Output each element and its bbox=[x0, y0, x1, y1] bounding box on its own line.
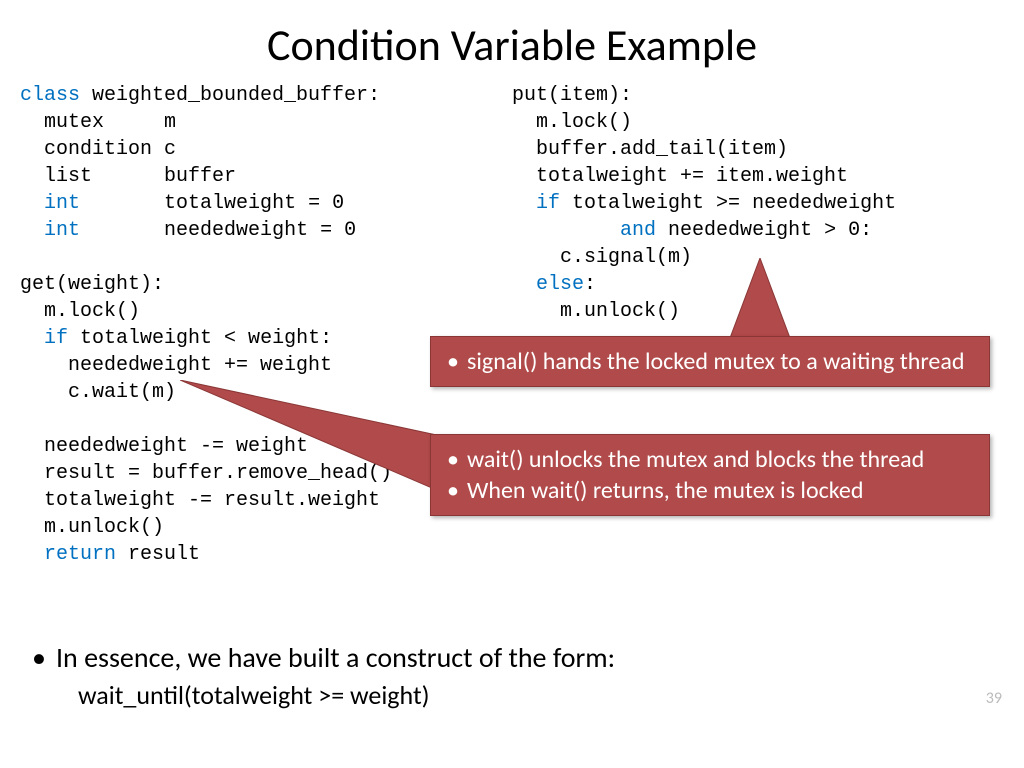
code-text: result bbox=[116, 543, 200, 566]
kw-int: int bbox=[44, 219, 80, 242]
code-text bbox=[20, 327, 44, 350]
bottom-note: In essence, we have built a construct of… bbox=[30, 640, 615, 711]
code-text: get(weight): bbox=[20, 273, 164, 296]
code-text: neededweight > 0: bbox=[656, 219, 872, 242]
code-text: : bbox=[584, 273, 596, 296]
code-text: buffer.add_tail(item) bbox=[512, 138, 788, 161]
callout-signal: signal() hands the locked mutex to a wai… bbox=[430, 336, 990, 387]
callout-bullet: signal() hands the locked mutex to a wai… bbox=[439, 347, 979, 376]
kw-if: if bbox=[536, 192, 560, 215]
code-text: c.wait(m) bbox=[20, 381, 176, 404]
page-number: 39 bbox=[986, 689, 1002, 708]
code-text: mutex m bbox=[20, 111, 176, 134]
code-text: weighted_bounded_buffer: bbox=[80, 84, 380, 107]
callout-bullet: When wait() returns, the mutex is locked bbox=[439, 476, 979, 505]
code-text bbox=[20, 246, 32, 269]
code-text: m.unlock() bbox=[512, 300, 680, 323]
kw-class: class bbox=[20, 84, 80, 107]
callout-arrow-signal bbox=[720, 258, 810, 348]
callout-wait: wait() unlocks the mutex and blocks the … bbox=[430, 434, 990, 516]
code-text: put(item): bbox=[512, 84, 632, 107]
callout-arrow-wait bbox=[180, 380, 460, 500]
code-text bbox=[20, 408, 32, 431]
code-text: list buffer bbox=[20, 165, 236, 188]
code-text bbox=[20, 219, 44, 242]
code-text: neededweight = 0 bbox=[80, 219, 356, 242]
callout-bullet: wait() unlocks the mutex and blocks the … bbox=[439, 445, 979, 474]
bottom-line2: wait_until(totalweight >= weight) bbox=[30, 679, 615, 711]
bottom-line1: In essence, we have built a construct of… bbox=[30, 640, 615, 675]
code-text: totalweight >= neededweight bbox=[560, 192, 896, 215]
slide-title: Condition Variable Example bbox=[0, 0, 1024, 82]
code-text bbox=[512, 219, 620, 242]
code-text bbox=[20, 543, 44, 566]
code-text: totalweight += item.weight bbox=[512, 165, 848, 188]
code-text bbox=[512, 273, 536, 296]
kw-and: and bbox=[620, 219, 656, 242]
kw-if: if bbox=[44, 327, 68, 350]
code-text: m.unlock() bbox=[20, 516, 164, 539]
code-text: condition c bbox=[20, 138, 176, 161]
code-text: m.lock() bbox=[20, 300, 140, 323]
code-text: totalweight = 0 bbox=[80, 192, 344, 215]
code-text bbox=[20, 192, 44, 215]
code-text: neededweight += weight bbox=[20, 354, 332, 377]
code-text: m.lock() bbox=[512, 111, 632, 134]
kw-int: int bbox=[44, 192, 80, 215]
code-text bbox=[512, 192, 536, 215]
code-text: c.signal(m) bbox=[512, 246, 692, 269]
kw-return: return bbox=[44, 543, 116, 566]
kw-else: else bbox=[536, 273, 584, 296]
code-text: totalweight < weight: bbox=[68, 327, 332, 350]
